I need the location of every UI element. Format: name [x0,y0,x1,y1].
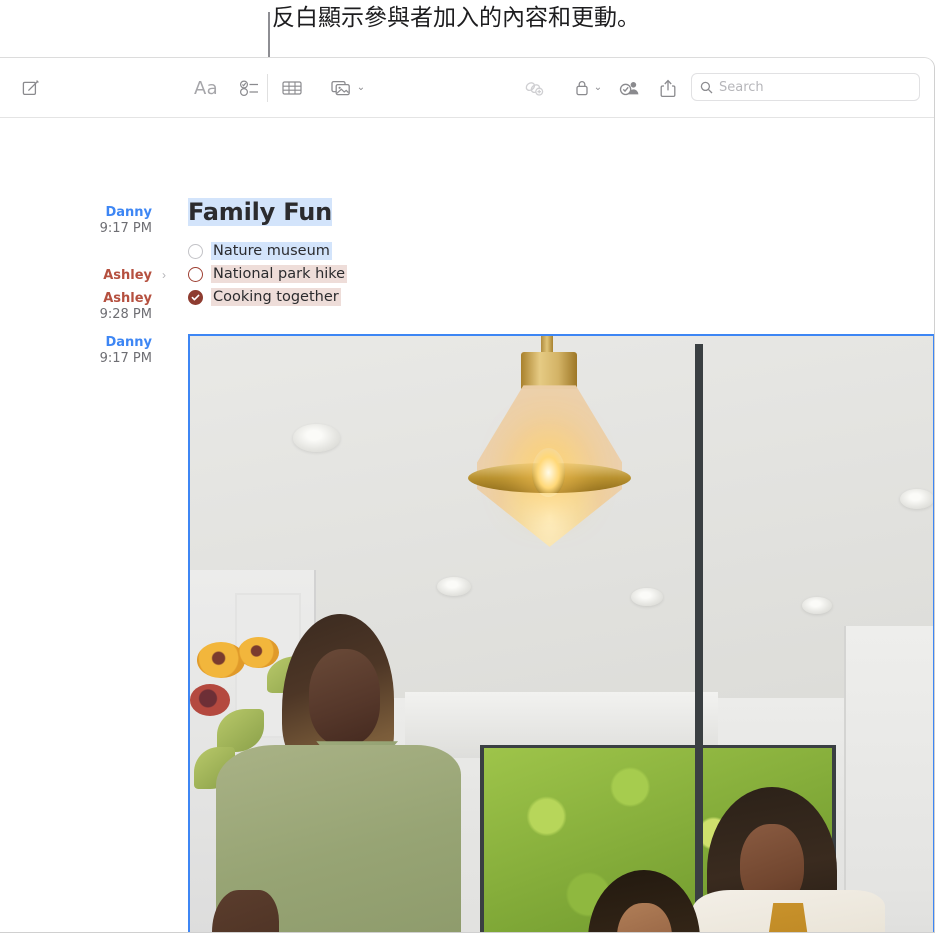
share-icon [660,79,676,97]
checkbox-unchecked-icon[interactable] [188,243,203,259]
attribution-time: 9:17 PM [99,221,152,237]
checklist-button[interactable] [236,73,264,103]
chevron-right-icon[interactable]: › [162,269,166,281]
media-button[interactable]: ⌄ [324,73,372,103]
collaborate-icon [619,82,639,96]
toolbar-divider [267,74,268,102]
photo-attachment[interactable] [188,334,934,932]
table-icon [282,81,302,95]
note-title-text: Family Fun [188,198,333,226]
share-button[interactable] [654,73,682,103]
note-body: Danny 9:17 PM Ashley › Ashley 9:28 PM Da… [0,118,934,932]
attribution-time: 9:17 PM [99,351,152,367]
add-link-icon [525,82,544,96]
attribution-entry[interactable]: Ashley 9:28 PM [100,291,152,323]
search-icon [700,81,713,93]
toolbar: Aa ⌄ ⌄ Search [0,58,934,118]
note-title[interactable]: Family Fun [188,198,332,226]
add-link-button[interactable] [520,73,548,103]
attribution-time: 9:28 PM [99,307,152,323]
photo-image [190,336,933,932]
checklist: Nature museum National park hike Cooking… [188,240,348,309]
checkbox-checked-icon[interactable] [188,289,203,305]
screenshot-root: 反白顯示參與者加入的內容和更動。 Aa ⌄ ⌄ Search Danny 9:1… [0,0,935,937]
lock-button[interactable]: ⌄ [566,73,610,103]
checklist-item[interactable]: Nature museum [188,240,347,262]
attribution-gutter: Danny 9:17 PM Ashley › Ashley 9:28 PM Da… [0,118,188,932]
annotation-callout-text: 反白顯示參與者加入的內容和更動。 [272,5,640,31]
attribution-name: Danny [105,205,152,220]
attribution-name: Ashley [103,268,152,283]
search-field[interactable]: Search [691,73,920,101]
checklist-item-label: National park hike [211,265,348,283]
compose-note-icon [22,80,39,96]
chevron-down-icon: ⌄ [356,82,366,93]
compose-note-button[interactable] [16,73,46,103]
format-label: Aa [194,77,218,99]
attribution-name: Ashley [103,291,152,306]
checklist-item-label: Cooking together [211,288,341,306]
chevron-down-icon: ⌄ [593,82,603,93]
attribution-name: Danny [105,335,152,350]
lock-icon [576,81,588,96]
format-button[interactable]: Aa [192,73,220,103]
attribution-entry[interactable]: Danny 9:17 PM [100,205,152,237]
media-icon [331,80,350,96]
checklist-item-label: Nature museum [211,242,332,260]
note-content: Family Fun Nature museum National park h… [188,118,934,932]
collaborate-button[interactable] [616,73,644,103]
checklist-icon [240,80,258,96]
notes-window: Aa ⌄ ⌄ Search Danny 9:17 PM Ashley › Ash… [0,57,935,933]
search-input[interactable]: Search [719,80,764,95]
table-button[interactable] [278,73,306,103]
attribution-entry[interactable]: Danny 9:17 PM [100,335,152,367]
attribution-entry[interactable]: Ashley › [103,268,166,283]
checklist-item[interactable]: Cooking together [188,286,347,308]
checkbox-unchecked-icon[interactable] [188,266,203,282]
checklist-item[interactable]: National park hike [188,263,348,285]
